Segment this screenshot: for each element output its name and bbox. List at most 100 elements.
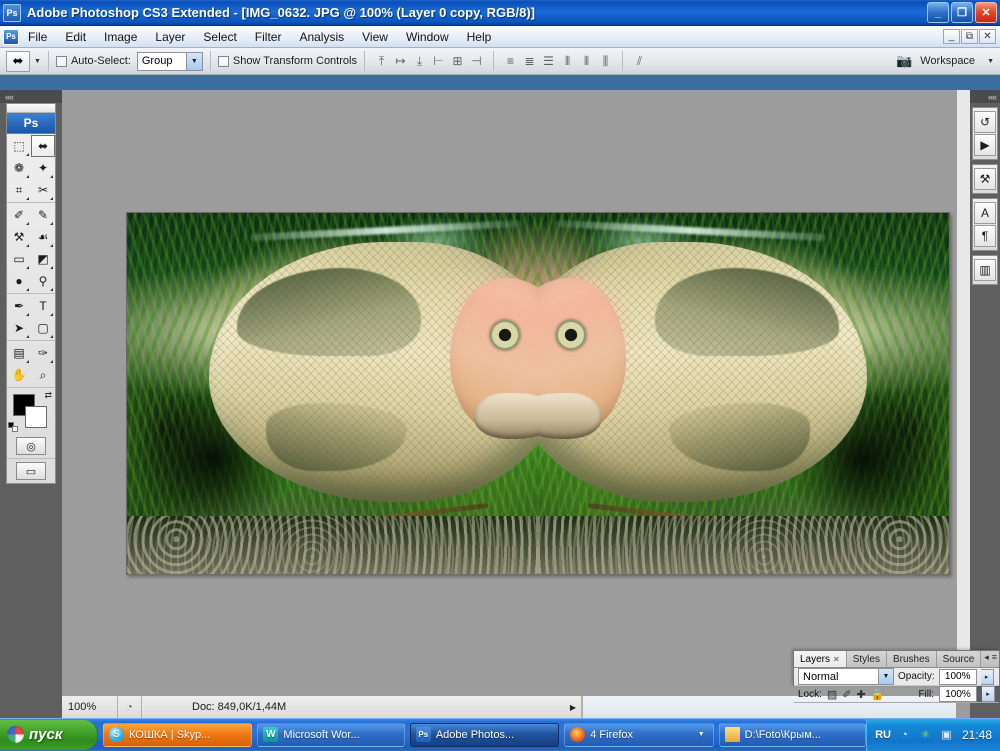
dodge-tool-icon[interactable]: ⚲: [31, 270, 55, 292]
fill-slider-arrow-icon[interactable]: ▸: [982, 686, 995, 702]
eyedropper-tool-icon[interactable]: ✑: [31, 342, 55, 364]
restore-button[interactable]: ❐: [951, 2, 973, 23]
panel-menu-icon[interactable]: ≡: [992, 652, 997, 663]
rectangular-marquee-tool-icon[interactable]: ⬚: [7, 135, 31, 157]
path-selection-tool-icon[interactable]: ➤: [7, 317, 31, 339]
taskbar-item-skype[interactable]: S КОШКА | Skyp...: [103, 722, 253, 747]
crop-tool-icon[interactable]: ⌗: [7, 179, 31, 201]
menu-image[interactable]: Image: [95, 27, 146, 47]
document-system-icon[interactable]: Ps: [3, 28, 19, 45]
doc-minimize-button[interactable]: _: [943, 29, 960, 44]
show-transform-controls-checkbox[interactable]: [217, 55, 229, 67]
quick-mask-mode-icon[interactable]: ◎: [16, 437, 46, 455]
gradient-tool-icon[interactable]: ◩: [31, 248, 55, 270]
distribute-bottom-edges-icon[interactable]: ☰: [539, 52, 558, 71]
brush-tool-icon[interactable]: ✎: [31, 204, 55, 226]
healing-brush-tool-icon[interactable]: ✐: [7, 204, 31, 226]
auto-select-scope-dropdown[interactable]: Group ▼: [136, 51, 203, 71]
menu-filter[interactable]: Filter: [246, 27, 291, 47]
taskbar-item-photoshop[interactable]: Ps Adobe Photos...: [409, 722, 560, 747]
slice-tool-icon[interactable]: ✂: [31, 179, 55, 201]
tab-source[interactable]: Source: [936, 651, 982, 667]
align-bottom-edges-icon[interactable]: ⤓: [410, 52, 429, 71]
network-icon[interactable]: ▣: [939, 727, 954, 742]
chevron-down-icon[interactable]: ▼: [878, 669, 893, 684]
actions-panel-icon[interactable]: ▶: [974, 134, 996, 156]
align-left-edges-icon[interactable]: ⊢: [429, 52, 448, 71]
tab-brushes[interactable]: Brushes: [886, 651, 937, 667]
auto-select-checkbox[interactable]: [55, 55, 67, 67]
toolbox-drag-bar[interactable]: [7, 104, 55, 113]
tool-preset-arrow-icon[interactable]: ▼: [34, 58, 41, 65]
horizontal-type-tool-icon[interactable]: T: [31, 295, 55, 317]
hand-tool-icon[interactable]: ✋: [7, 364, 31, 386]
doc-restore-button[interactable]: ⧉: [961, 29, 978, 44]
distribute-horizontal-centers-icon[interactable]: ⫴: [577, 52, 596, 71]
image-canvas[interactable]: [126, 212, 950, 575]
menu-layer[interactable]: Layer: [146, 27, 194, 47]
eraser-tool-icon[interactable]: ▭: [7, 248, 31, 270]
application-title-bar[interactable]: Ps Adobe Photoshop CS3 Extended - [IMG_0…: [0, 0, 1000, 26]
lasso-tool-icon[interactable]: ❁: [7, 157, 31, 179]
panel-collapse-icon[interactable]: ◂: [984, 652, 989, 663]
right-dock-collapse-grip[interactable]: ««: [970, 90, 1000, 103]
fill-input[interactable]: 100%: [939, 686, 977, 702]
swap-colors-icon[interactable]: ⇄: [44, 390, 52, 401]
align-right-edges-icon[interactable]: ⊣: [467, 52, 486, 71]
move-tool-icon[interactable]: ⬌: [31, 135, 55, 157]
minimize-button[interactable]: _: [927, 2, 949, 23]
taskbar-item-firefox[interactable]: 4 Firefox ▼: [564, 722, 714, 747]
taskbar-item-explorer[interactable]: D:\Foto\Крым...: [718, 722, 867, 747]
menu-select[interactable]: Select: [194, 27, 245, 47]
bridge-icon[interactable]: 📷: [896, 53, 912, 69]
antivirus-icon[interactable]: ✳: [918, 727, 933, 742]
align-horizontal-centers-icon[interactable]: ⊞: [448, 52, 467, 71]
canvas-area[interactable]: [62, 90, 956, 695]
auto-align-layers-icon[interactable]: ⫽: [630, 52, 649, 71]
menu-help[interactable]: Help: [458, 27, 501, 47]
menu-window[interactable]: Window: [397, 27, 458, 47]
opacity-slider-arrow-icon[interactable]: ▸: [980, 668, 994, 685]
menu-file[interactable]: File: [19, 27, 56, 47]
distribute-vertical-centers-icon[interactable]: ≣: [520, 52, 539, 71]
update-icon[interactable]: ◔: [897, 727, 912, 742]
photoshop-icon[interactable]: Ps: [3, 3, 21, 22]
tab-layers[interactable]: Layers ✕: [794, 651, 847, 667]
tab-styles[interactable]: Styles: [846, 651, 887, 667]
language-indicator[interactable]: RU: [875, 729, 891, 741]
doc-close-button[interactable]: ✕: [979, 29, 996, 44]
menu-edit[interactable]: Edit: [56, 27, 95, 47]
blur-tool-icon[interactable]: ●: [7, 270, 31, 292]
distribute-right-edges-icon[interactable]: ⫼: [596, 52, 615, 71]
distribute-top-edges-icon[interactable]: ≡: [501, 52, 520, 71]
chevron-down-icon[interactable]: ▼: [185, 52, 202, 70]
tool-presets-panel-icon[interactable]: ⚒: [974, 168, 996, 190]
zoom-tool-icon[interactable]: ⌕: [31, 364, 55, 386]
opacity-input[interactable]: 100%: [938, 668, 977, 685]
background-color-swatch[interactable]: [25, 406, 47, 428]
document-vertical-scrollbar[interactable]: [956, 90, 970, 695]
zoom-level-field[interactable]: 100%: [62, 696, 118, 718]
workspace-chevron-down-icon[interactable]: ▼: [987, 58, 994, 65]
workspace-label[interactable]: Workspace: [920, 55, 975, 67]
menu-analysis[interactable]: Analysis: [290, 27, 353, 47]
lock-all-icon[interactable]: 🔒: [871, 688, 885, 701]
lock-image-pixels-icon[interactable]: ✐: [842, 688, 851, 701]
preview-thumbnail-icon[interactable]: ◔: [118, 696, 142, 718]
history-brush-tool-icon[interactable]: ☙: [31, 226, 55, 248]
paragraph-panel-icon[interactable]: ¶: [974, 225, 996, 247]
align-vertical-centers-icon[interactable]: ↦: [391, 52, 410, 71]
start-button[interactable]: пуск: [0, 719, 98, 750]
clone-stamp-tool-icon[interactable]: ⚒: [7, 226, 31, 248]
lock-position-icon[interactable]: ✚: [857, 688, 866, 701]
distribute-left-edges-icon[interactable]: ⦀: [558, 52, 577, 71]
close-icon[interactable]: ✕: [833, 655, 840, 664]
pen-tool-icon[interactable]: ✒: [7, 295, 31, 317]
default-colors-icon[interactable]: [8, 422, 18, 432]
close-button[interactable]: ✕: [975, 2, 997, 23]
toolbox-collapse-grip[interactable]: ««: [0, 90, 62, 103]
screen-mode-icon[interactable]: ▭: [16, 462, 46, 480]
lock-transparent-pixels-icon[interactable]: ▨: [827, 688, 837, 701]
character-panel-icon[interactable]: A: [974, 202, 996, 224]
chevron-down-icon[interactable]: ▼: [698, 731, 705, 738]
